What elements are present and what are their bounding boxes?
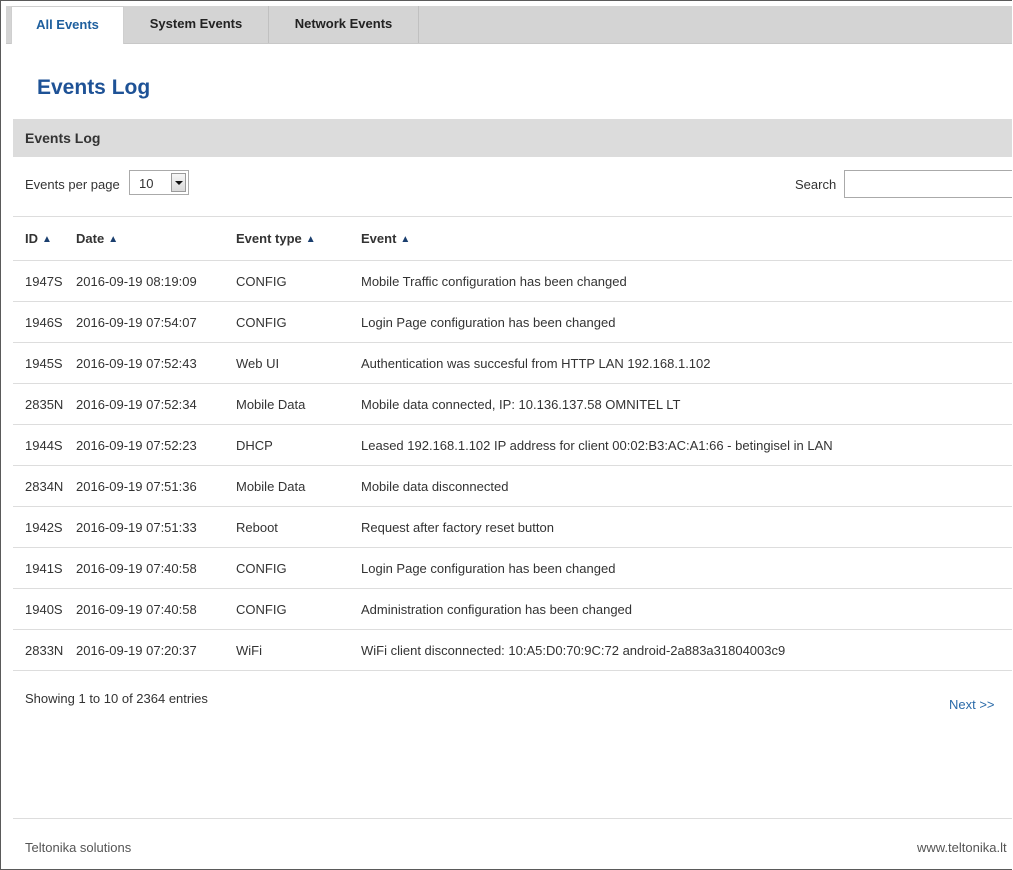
column-header-label: Event (361, 231, 397, 246)
cell-date: 2016-09-19 08:19:09 (64, 260, 224, 302)
column-header-date[interactable]: Date ▲ (64, 216, 224, 261)
cell-date: 2016-09-19 07:40:58 (64, 588, 224, 630)
cell-id: 2835N (13, 383, 64, 425)
table-row: 2835N 2016-09-19 07:52:34 Mobile Data Mo… (13, 383, 1012, 425)
cell-event: Administration configuration has been ch… (349, 588, 1012, 630)
table-row: 2834N 2016-09-19 07:51:36 Mobile Data Mo… (13, 465, 1012, 507)
table-row: 2833N 2016-09-19 07:20:37 WiFi WiFi clie… (13, 629, 1012, 671)
footer-divider (13, 818, 1012, 819)
cell-event-type: CONFIG (224, 588, 349, 630)
cell-id: 2834N (13, 465, 64, 507)
cell-id: 1947S (13, 260, 64, 302)
cell-id: 2833N (13, 629, 64, 671)
cell-event: Mobile data disconnected (349, 465, 1012, 507)
cell-event-type: Mobile Data (224, 383, 349, 425)
search-input[interactable] (844, 170, 1012, 198)
cell-event: WiFi client disconnected: 10:A5:D0:70:9C… (349, 629, 1012, 671)
table-row: 1945S 2016-09-19 07:52:43 Web UI Authent… (13, 342, 1012, 384)
cell-event-type: Mobile Data (224, 465, 349, 507)
table-header-row: ID ▲ Date ▲ Event type ▲ Event ▲ (13, 216, 1012, 261)
cell-date: 2016-09-19 07:51:36 (64, 465, 224, 507)
column-header-label: Event type (236, 231, 302, 246)
tab-network-events[interactable]: Network Events (269, 6, 419, 43)
table-row: 1941S 2016-09-19 07:40:58 CONFIG Login P… (13, 547, 1012, 589)
events-per-page-value: 10 (139, 176, 154, 191)
cell-event: Login Page configuration has been change… (349, 301, 1012, 343)
cell-date: 2016-09-19 07:20:37 (64, 629, 224, 671)
column-header-label: ID (25, 231, 38, 246)
table-row: 1942S 2016-09-19 07:51:33 Reboot Request… (13, 506, 1012, 548)
footer-company: Teltonika solutions (25, 840, 132, 855)
app-window: All Events System Events Network Events … (0, 0, 1012, 870)
pagination-info: Showing 1 to 10 of 2364 entries (25, 691, 208, 706)
tab-system-events[interactable]: System Events (124, 6, 269, 43)
column-header-label: Date (76, 231, 105, 246)
table-row: 1944S 2016-09-19 07:52:23 DHCP Leased 19… (13, 424, 1012, 466)
sort-arrow-icon: ▲ (42, 234, 52, 245)
column-header-event-type[interactable]: Event type ▲ (224, 216, 349, 261)
cell-event: Request after factory reset button (349, 506, 1012, 548)
cell-event-type: WiFi (224, 629, 349, 671)
next-page-link[interactable]: Next >> (949, 697, 995, 712)
table-row: 1940S 2016-09-19 07:40:58 CONFIG Adminis… (13, 588, 1012, 630)
tab-all-events[interactable]: All Events (11, 6, 124, 44)
cell-event-type: Reboot (224, 506, 349, 548)
events-table: ID ▲ Date ▲ Event type ▲ Event ▲ 1947S 2016-… (13, 216, 1012, 671)
cell-event-type: Web UI (224, 342, 349, 384)
cell-id: 1940S (13, 588, 64, 630)
cell-date: 2016-09-19 07:54:07 (64, 301, 224, 343)
cell-id: 1946S (13, 301, 64, 343)
page-title: Events Log (37, 76, 151, 99)
cell-date: 2016-09-19 07:40:58 (64, 547, 224, 589)
section-header: Events Log (13, 119, 1012, 157)
cell-event: Authentication was succesful from HTTP L… (349, 342, 1012, 384)
tab-bar: All Events System Events Network Events (6, 6, 1012, 44)
column-header-event[interactable]: Event ▲ (349, 216, 1012, 261)
cell-event-type: CONFIG (224, 301, 349, 343)
cell-event: Leased 192.168.1.102 IP address for clie… (349, 424, 1012, 466)
cell-date: 2016-09-19 07:52:23 (64, 424, 224, 466)
cell-event-type: CONFIG (224, 260, 349, 302)
cell-event-type: DHCP (224, 424, 349, 466)
events-per-page-label: Events per page (25, 177, 120, 192)
sort-arrow-icon: ▲ (305, 234, 316, 245)
table-row: 1947S 2016-09-19 08:19:09 CONFIG Mobile … (13, 260, 1012, 302)
cell-id: 1942S (13, 506, 64, 548)
search-label: Search (795, 177, 837, 192)
column-header-id[interactable]: ID ▲ (13, 216, 64, 261)
cell-event: Mobile Traffic configuration has been ch… (349, 260, 1012, 302)
events-per-page-select[interactable]: 10 (129, 170, 189, 195)
cell-event-type: CONFIG (224, 547, 349, 589)
table-row: 1946S 2016-09-19 07:54:07 CONFIG Login P… (13, 301, 1012, 343)
table-controls: Events per page 10 Search (13, 158, 1012, 215)
footer-website: www.teltonika.lt (917, 840, 1007, 855)
chevron-down-icon[interactable] (171, 173, 186, 192)
cell-id: 1944S (13, 424, 64, 466)
cell-id: 1941S (13, 547, 64, 589)
cell-date: 2016-09-19 07:52:43 (64, 342, 224, 384)
sort-arrow-icon: ▲ (108, 234, 119, 245)
cell-event: Login Page configuration has been change… (349, 547, 1012, 589)
cell-date: 2016-09-19 07:51:33 (64, 506, 224, 548)
sort-arrow-icon: ▲ (400, 234, 411, 245)
cell-id: 1945S (13, 342, 64, 384)
cell-date: 2016-09-19 07:52:34 (64, 383, 224, 425)
cell-event: Mobile data connected, IP: 10.136.137.58… (349, 383, 1012, 425)
